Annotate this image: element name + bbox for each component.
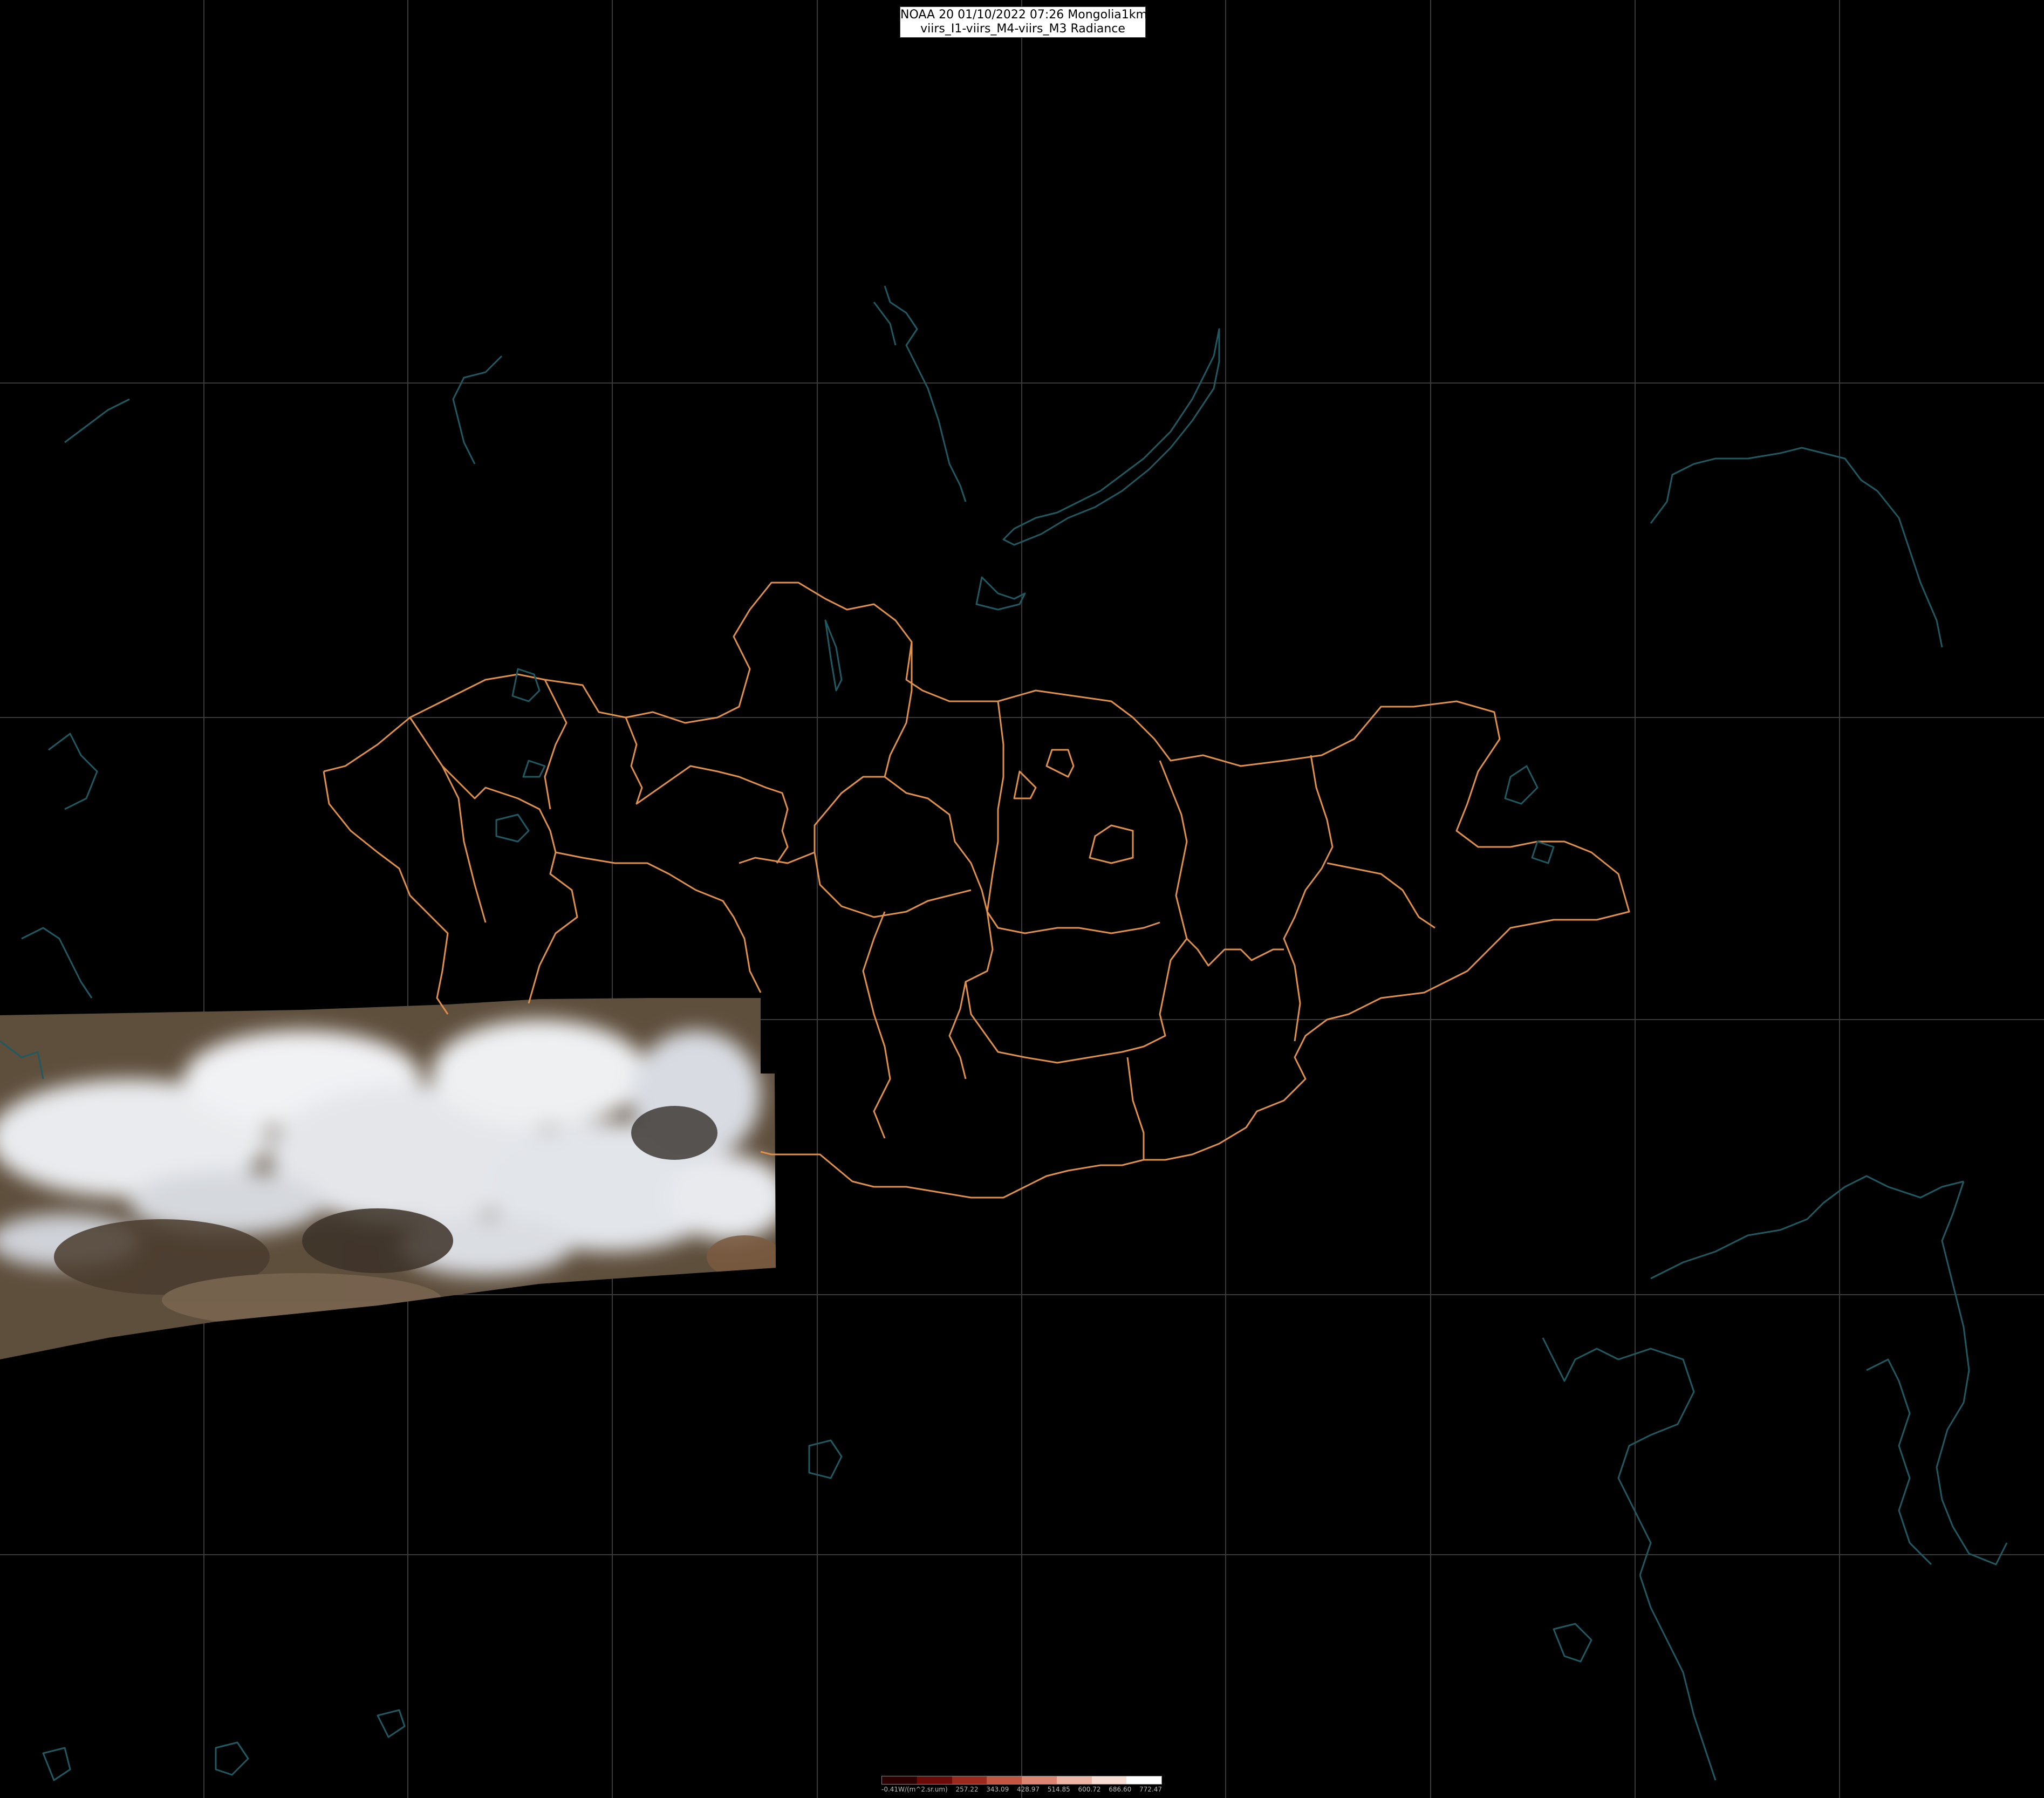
satellite-map	[0, 0, 2044, 1798]
legend-tick: 686.60	[1109, 1786, 1132, 1793]
legend-swatch	[1056, 1776, 1092, 1784]
legend-swatch	[1022, 1776, 1057, 1784]
legend-swatch	[1126, 1776, 1161, 1784]
legend-tick: 600.72	[1078, 1786, 1101, 1793]
legend-tick: 514.85	[1047, 1786, 1070, 1793]
satellite-swath-image	[0, 998, 776, 1359]
title-line-2: viirs_I1-viirs_M4-viirs_M3 Radiance	[920, 22, 1125, 36]
graticule	[0, 0, 2044, 1798]
image-title: NOAA 20 01/10/2022 07:26 Mongolia1km vii…	[900, 6, 1147, 38]
title-line-1: NOAA 20 01/10/2022 07:26 Mongolia1km	[900, 8, 1147, 22]
legend-swatch	[882, 1776, 917, 1784]
color-scale-bar	[881, 1776, 1162, 1785]
legend-labels: -0.41W/(m^2.sr.um) 257.22 343.09 428.97 …	[881, 1786, 1162, 1793]
legend-tick: 257.22	[955, 1786, 979, 1793]
legend-swatch	[952, 1776, 987, 1784]
color-scale-legend: -0.41W/(m^2.sr.um) 257.22 343.09 428.97 …	[881, 1776, 1162, 1796]
legend-swatch	[1091, 1776, 1127, 1784]
legend-unit-label: -0.41W/(m^2.sr.um)	[881, 1786, 948, 1793]
legend-tick: 428.97	[1016, 1786, 1040, 1793]
legend-tick: 343.09	[986, 1786, 1009, 1793]
legend-swatch	[987, 1776, 1022, 1784]
legend-swatch	[917, 1776, 952, 1784]
legend-tick: 772.47	[1139, 1786, 1162, 1793]
